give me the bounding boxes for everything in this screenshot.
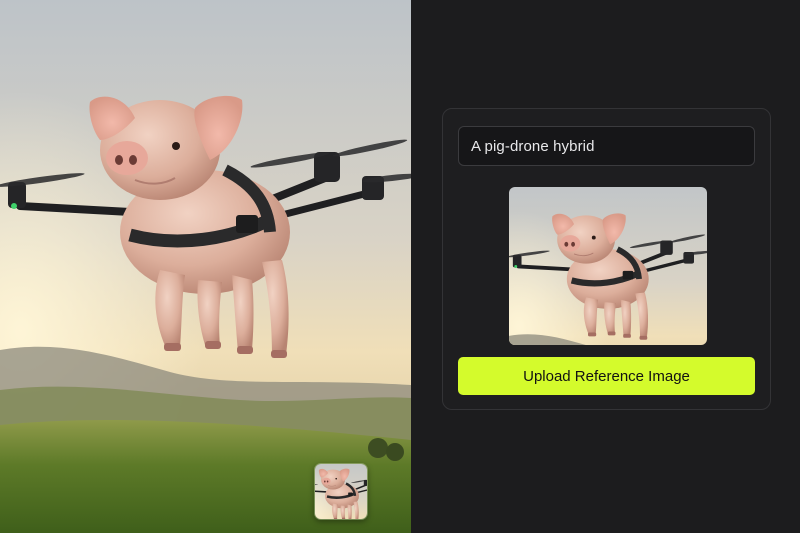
thumbnail-image [315,464,367,519]
app-stage: A pig-drone hybrid Upload Reference Imag… [0,0,800,533]
generation-card: A pig-drone hybrid Upload Reference Imag… [442,108,771,410]
hero-image [0,0,411,533]
upload-reference-button[interactable]: Upload Reference Image [458,357,755,395]
reference-preview [509,187,707,345]
prompt-text: A pig-drone hybrid [471,137,595,155]
prompt-input[interactable]: A pig-drone hybrid [458,126,755,166]
pig-drone-photo [0,0,411,533]
preview-image [509,187,707,345]
generated-thumbnail[interactable] [314,463,368,520]
control-panel: A pig-drone hybrid Upload Reference Imag… [411,0,800,533]
